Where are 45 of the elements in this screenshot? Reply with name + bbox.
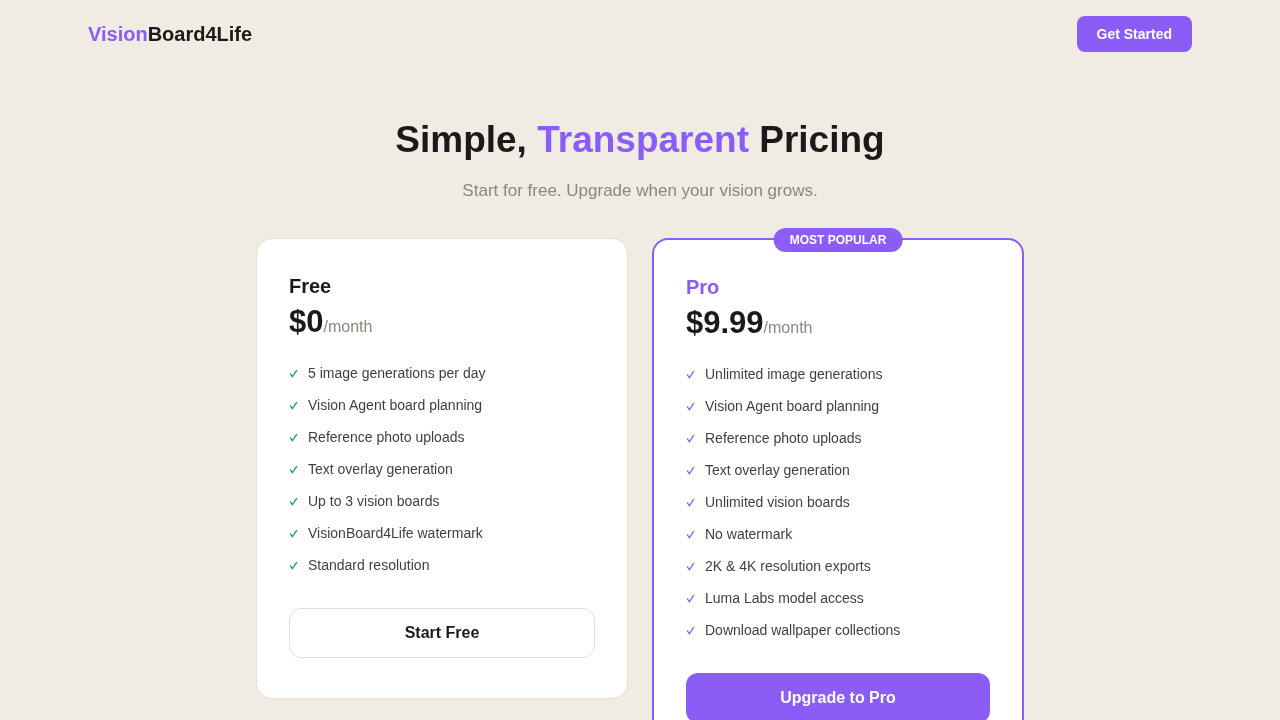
check-icon bbox=[686, 530, 695, 539]
check-icon bbox=[289, 401, 298, 410]
page-heading: Simple, Transparent Pricing bbox=[395, 118, 885, 162]
check-icon bbox=[686, 594, 695, 603]
feature-text: 5 image generations per day bbox=[308, 364, 486, 383]
get-started-button[interactable]: Get Started bbox=[1076, 16, 1192, 52]
plan-price: $9.99 bbox=[686, 304, 764, 341]
feature-text: 2K & 4K resolution exports bbox=[705, 557, 871, 576]
start-button[interactable]: Start Free bbox=[289, 607, 595, 658]
check-icon bbox=[686, 466, 695, 475]
feature-text: Vision Agent board planning bbox=[705, 397, 880, 416]
page-subtitle: Start for free. Upgrade when your vision grows. bbox=[462, 180, 818, 202]
feature-text: Unlimited vision boards bbox=[705, 493, 850, 512]
feature-text: Text overlay generation bbox=[308, 460, 453, 479]
feature-text: Up to 3 vision boards bbox=[308, 492, 440, 511]
upgrade-button[interactable]: Upgrade to Pro bbox=[686, 672, 990, 720]
check-icon bbox=[686, 370, 695, 379]
check-icon bbox=[289, 497, 298, 506]
feature-text: Standard resolution bbox=[308, 556, 430, 575]
check-icon bbox=[686, 498, 695, 507]
feature-text: Luma Labs model access bbox=[705, 589, 864, 608]
feature-text: Unlimited image generations bbox=[705, 365, 883, 384]
price-period: /month bbox=[763, 318, 813, 338]
check-icon bbox=[686, 434, 695, 443]
feature-text: Reference photo uploads bbox=[705, 429, 862, 448]
plan-price: $0 bbox=[289, 303, 324, 340]
check-icon bbox=[686, 562, 695, 571]
logo[interactable]: VisionBoard4Life bbox=[88, 19, 253, 49]
check-icon bbox=[289, 369, 298, 378]
check-icon bbox=[289, 433, 298, 442]
check-icon bbox=[686, 402, 695, 411]
check-icon bbox=[686, 626, 695, 635]
feature-text: No watermark bbox=[705, 525, 793, 544]
feature-text: Text overlay generation bbox=[705, 461, 850, 480]
check-icon bbox=[289, 529, 298, 538]
plan-name: Pro bbox=[686, 274, 721, 300]
check-icon bbox=[289, 465, 298, 474]
feature-text: VisionBoard4Life watermark bbox=[308, 524, 483, 543]
popular-badge: MOST POPULAR bbox=[773, 227, 903, 252]
feature-text: Reference photo uploads bbox=[308, 428, 465, 447]
check-icon bbox=[289, 561, 298, 570]
price-period: /month bbox=[323, 317, 373, 337]
feature-text: Vision Agent board planning bbox=[308, 396, 483, 415]
feature-text: Download wallpaper collections bbox=[705, 621, 901, 640]
plan-name: Free bbox=[289, 273, 333, 299]
